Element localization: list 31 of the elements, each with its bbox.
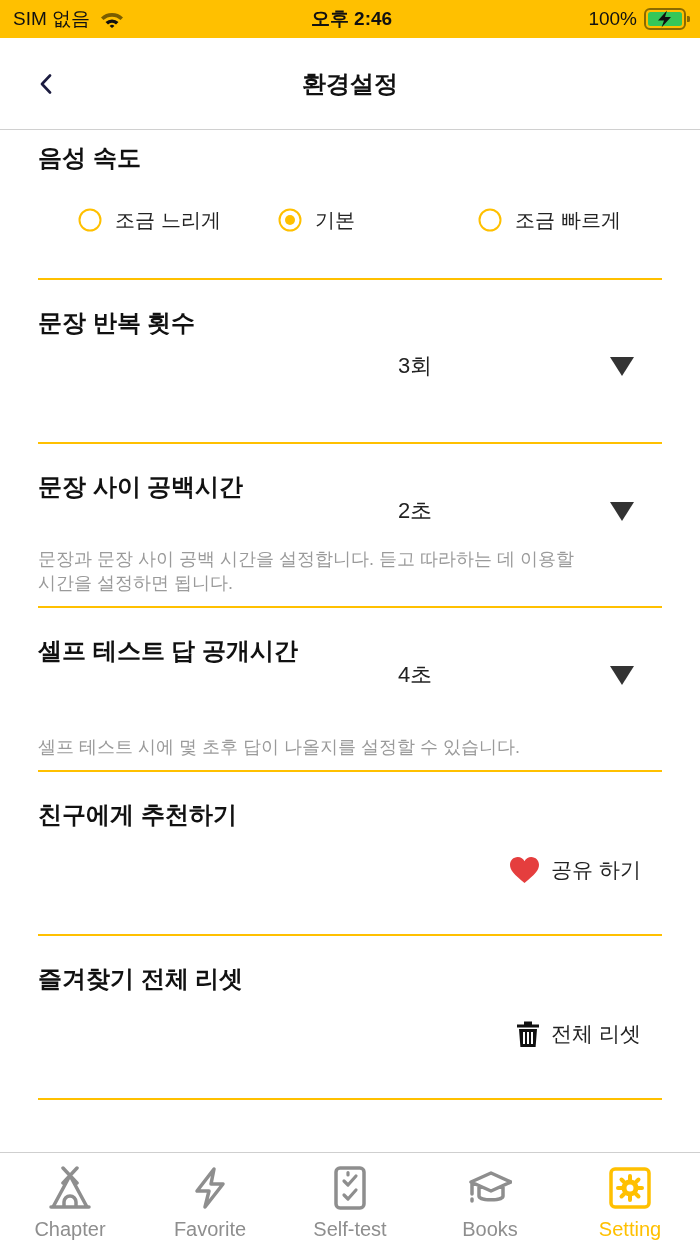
carrier-label: SIM 없음 [13,7,91,31]
heart-icon [510,857,540,883]
section-title: 셀프 테스트 답 공개시간 [38,637,298,665]
section-title: 음성 속도 [38,144,141,172]
caret-down-icon [610,501,634,521]
back-button[interactable] [40,73,52,94]
battery-charging-icon [644,8,690,30]
page-title: 환경설정 [302,68,398,99]
share-button[interactable]: 공유 하기 [510,857,641,883]
back-icon [40,73,52,94]
tent-icon [48,1166,92,1210]
dropdown[interactable]: 4초 [398,663,634,687]
section-title: 문장 반복 횟수 [38,309,196,337]
section-title: 문장 사이 공백시간 [38,473,244,501]
clock-time: 오후 2:46 [310,7,393,31]
section-title: 즐겨찾기 전체 리셋 [38,965,244,993]
reset-button[interactable]: 전체 리셋 [517,1021,641,1047]
gear-icon [608,1166,652,1210]
dropdown[interactable]: 3회 [398,354,634,378]
wifi-icon [100,10,125,28]
trash-icon [517,1021,540,1047]
setting-description: 문장과 문장 사이 공백 시간을 설정합니다. 듣고 따라하는 데 이용할 시간을 설정하면 됩니다. [38,548,575,595]
radio-option[interactable]: 조금 빠르게 [478,208,621,232]
caret-down-icon [610,665,634,685]
radio-option[interactable]: 기본 [278,208,355,232]
section-title: 친구에게 추천하기 [38,801,237,829]
battery-percent: 100% [588,8,637,30]
radio-option[interactable]: 조금 느리게 [78,208,221,232]
dropdown[interactable]: 2초 [398,499,634,523]
caret-down-icon [610,356,634,376]
setting-description: 셀프 테스트 시에 몇 초후 답이 나올지를 설정할 수 있습니다. [38,736,520,759]
